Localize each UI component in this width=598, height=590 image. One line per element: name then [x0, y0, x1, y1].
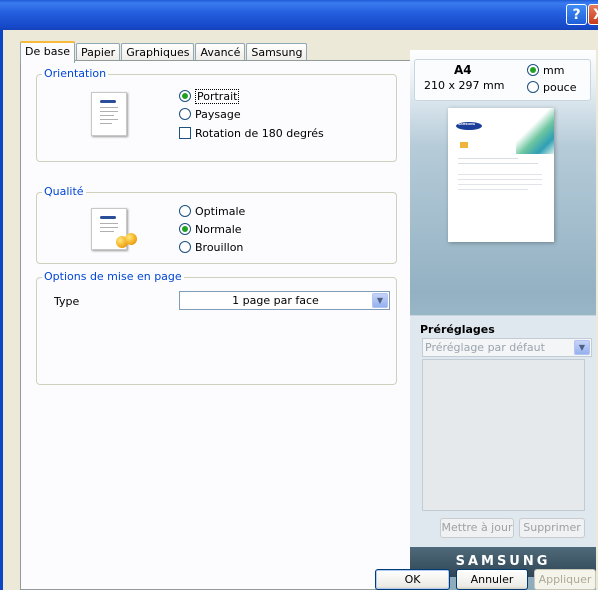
unit-pouce-option[interactable]: pouce	[527, 79, 577, 95]
layout-type-value: 1 page par face	[232, 294, 319, 307]
unit-pouce-label: pouce	[543, 80, 577, 94]
paper-dims: 210 x 297 mm	[424, 79, 505, 92]
help-icon: ?	[572, 7, 581, 23]
portrait-label: Portrait	[195, 88, 240, 104]
unit-mm-radio[interactable]	[527, 64, 539, 76]
tab-strip: De base Papier Graphiques Avancé Samsung	[20, 41, 308, 63]
chevron-down-icon[interactable]: ▼	[372, 293, 388, 308]
title-bar: ? X	[0, 0, 598, 31]
paper-size: A4	[454, 63, 472, 77]
portrait-radio[interactable]	[179, 90, 191, 102]
orientation-group: Orientation Portrait Paysage Rotation de…	[36, 67, 397, 162]
samsung-logo: SAMSUNG	[456, 122, 482, 130]
brouillon-option[interactable]: Brouillon	[179, 239, 243, 255]
help-button[interactable]: ?	[566, 4, 587, 25]
optimale-label: Optimale	[195, 204, 246, 218]
preview-pane: A4 210 x 297 mm mm pouce SAMSUNG Prérégl…	[410, 50, 596, 590]
quality-group: Qualité Optimale Normale Brouillon	[36, 185, 397, 264]
unit-pouce-radio[interactable]	[527, 81, 539, 93]
normale-option[interactable]: Normale	[179, 221, 242, 237]
rotation-label: Rotation de 180 degrés	[195, 126, 324, 140]
ok-button[interactable]: OK	[375, 569, 450, 590]
cancel-button[interactable]: Annuler	[456, 569, 528, 590]
page-preview: SAMSUNG	[448, 108, 554, 242]
portrait-option[interactable]: Portrait	[179, 88, 240, 104]
chevron-down-icon[interactable]: ▼	[574, 340, 590, 355]
unit-mm-label: mm	[543, 63, 565, 77]
layout-options-title: Options de mise en page	[42, 270, 184, 283]
presets-select[interactable]: Préréglage par défaut ▼	[422, 338, 592, 357]
type-label: Type	[54, 295, 80, 308]
paysage-option[interactable]: Paysage	[179, 106, 241, 122]
paper-info: A4 210 x 297 mm mm pouce	[414, 59, 591, 101]
portrait-page-icon	[91, 92, 127, 136]
apply-button[interactable]: Appliquer	[534, 569, 596, 590]
presets-value: Préréglage par défaut	[425, 341, 545, 354]
window-frame	[0, 30, 3, 590]
optimale-radio[interactable]	[179, 205, 191, 217]
layout-options-group: Options de mise en page Type 1 page par …	[36, 270, 397, 385]
brouillon-label: Brouillon	[195, 240, 244, 254]
normale-label: Normale	[195, 222, 242, 236]
presets-panel: Préréglages Préréglage par défaut ▼ Mett…	[410, 315, 596, 548]
presets-list[interactable]	[422, 359, 585, 511]
paysage-radio[interactable]	[179, 108, 191, 120]
update-preset-button[interactable]: Mettre à jour	[440, 518, 514, 538]
close-button[interactable]: X	[588, 4, 598, 25]
rotation-checkbox[interactable]	[179, 127, 191, 139]
quality-title: Qualité	[42, 185, 86, 198]
close-icon: X	[593, 7, 598, 23]
brouillon-radio[interactable]	[179, 241, 191, 253]
normale-radio[interactable]	[179, 223, 191, 235]
layout-type-select[interactable]: 1 page par face ▼	[179, 291, 390, 310]
delete-preset-button[interactable]: Supprimer	[519, 518, 585, 538]
presets-title: Préréglages	[420, 323, 495, 336]
rotation-option[interactable]: Rotation de 180 degrés	[179, 125, 324, 141]
tab-de-base[interactable]: De base	[20, 41, 75, 63]
paysage-label: Paysage	[195, 107, 241, 121]
unit-mm-option[interactable]: mm	[527, 62, 564, 78]
optimale-option[interactable]: Optimale	[179, 203, 245, 219]
orientation-title: Orientation	[42, 67, 109, 80]
